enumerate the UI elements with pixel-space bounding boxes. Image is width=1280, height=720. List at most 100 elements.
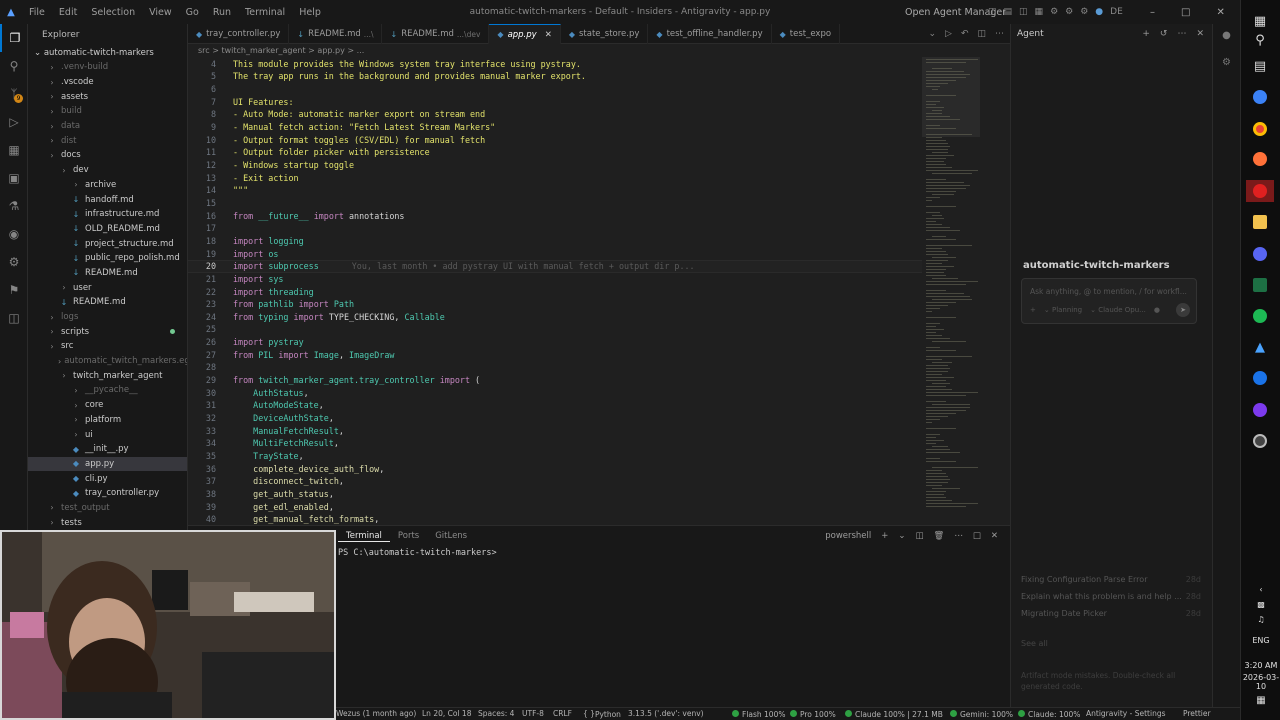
tree-folder[interactable]: › __pycache__: [28, 383, 187, 398]
code-line[interactable]: 22 import threading: [188, 285, 922, 298]
copilot-icon[interactable]: [1249, 86, 1271, 108]
model-selector[interactable]: ⌄ Claude Opu...: [1090, 306, 1146, 314]
editor-tab[interactable]: ◆ app.py ✕: [489, 24, 561, 44]
testing-icon[interactable]: ⚗: [0, 192, 28, 220]
tree-folder[interactable]: › .venv-build: [28, 60, 187, 75]
minimize-icon[interactable]: –: [1150, 7, 1155, 18]
code-line[interactable]: 24 from typing import TYPE_CHECKING, Call…: [188, 311, 922, 324]
code-line[interactable]: 9 - Manual fetch action: "Fetch Latest St…: [188, 121, 922, 134]
menu-item-selection[interactable]: Selection: [84, 7, 142, 18]
split-editor-icon[interactable]: ◫: [977, 29, 986, 39]
tree-folder[interactable]: › dist: [28, 133, 187, 148]
panel-tab-gitlens[interactable]: GitLens: [427, 531, 475, 542]
chrome-icon[interactable]: [1249, 118, 1271, 140]
chevron-down-icon[interactable]: ⌄: [928, 29, 936, 39]
code-line[interactable]: 21 import sys: [188, 273, 922, 286]
volume-icon[interactable]: ♫: [1241, 615, 1280, 624]
antigravity-icon[interactable]: ▲: [1249, 336, 1271, 358]
discord-icon[interactable]: [1249, 243, 1271, 265]
extensions-icon[interactable]: ▦: [0, 136, 28, 164]
code-line[interactable]: 6: [188, 83, 922, 96]
tree-folder[interactable]: › ui: [28, 427, 187, 442]
tree-file[interactable]: ◆ tray_controller.py: [28, 486, 187, 501]
tree-file[interactable]: ↓ handoff.md: [28, 192, 187, 207]
code-line[interactable]: 29 from twitch_marker_agent.tray_controll…: [188, 374, 922, 387]
minimap[interactable]: [922, 57, 1010, 525]
menu-item-edit[interactable]: Edit: [52, 7, 84, 18]
code-line[interactable]: 4 This module provides the Windows system…: [188, 58, 922, 71]
status-interpreter[interactable]: 3.13.5 ('.dev': venv): [628, 709, 704, 718]
code-line[interactable]: 26 import pystray: [188, 336, 922, 349]
close-icon[interactable]: ✕: [1216, 7, 1224, 18]
tree-folder[interactable]: › twitch_marker_agent: [28, 368, 187, 383]
code-line[interactable]: 10 - Output format toggles (CSV/EDL) for …: [188, 133, 922, 146]
clock-date[interactable]: 2026-03-10: [1241, 673, 1280, 691]
firefox-icon[interactable]: [1249, 148, 1271, 170]
tree-folder[interactable]: › assets: [28, 89, 187, 104]
obsidian-icon[interactable]: [1249, 399, 1271, 421]
code-line[interactable]: 25: [188, 323, 922, 336]
status-flash-quota[interactable]: Flash 100%: [732, 709, 785, 719]
code-line[interactable]: 39 get_edl_enabled,: [188, 500, 922, 513]
go-back-icon[interactable]: ↶: [961, 29, 969, 39]
gitlens-icon[interactable]: ◉: [0, 220, 28, 248]
obs-icon[interactable]: [1249, 430, 1271, 452]
code-line[interactable]: 12 - Windows startup toggle: [188, 159, 922, 172]
toggle-secondary-sidebar-icon[interactable]: ◫: [1019, 7, 1028, 17]
status-blame[interactable]: Wezus (1 month ago): [336, 709, 416, 718]
tree-folder[interactable]: › user: [28, 280, 187, 295]
close-panel-icon[interactable]: ✕: [991, 531, 998, 541]
code-editor[interactable]: 4 This module provides the Windows system…: [188, 57, 922, 525]
code-line[interactable]: 32 DeviceAuthState,: [188, 412, 922, 425]
code-line[interactable]: 17: [188, 222, 922, 235]
new-terminal-icon[interactable]: +: [881, 531, 888, 541]
close-icon[interactable]: ✕: [1196, 29, 1204, 39]
tree-file[interactable]: ◆ app.py: [28, 456, 187, 472]
code-line[interactable]: 23 from pathlib import Path: [188, 298, 922, 311]
split-terminal-icon[interactable]: ◫: [916, 531, 924, 541]
settings-gear-icon[interactable]: ⚙: [1065, 7, 1073, 17]
explorer-icon[interactable]: ❐: [0, 24, 28, 52]
status-pro-quota[interactable]: Pro 100%: [790, 709, 836, 719]
terminal-icon[interactable]: ◫: [0, 304, 28, 332]
code-line[interactable]: 35 TrayState,: [188, 450, 922, 463]
source-control-icon[interactable]: ᛉ9: [0, 80, 28, 108]
tree-folder[interactable]: › data: [28, 119, 187, 134]
more-actions-icon[interactable]: ⋯: [954, 531, 963, 541]
add-context-icon[interactable]: +: [1030, 306, 1036, 314]
tree-file[interactable]: ↓ OLD_README.md: [28, 222, 187, 237]
menu-item-view[interactable]: View: [142, 7, 179, 18]
editor-tab[interactable]: ◆ test_expo: [772, 24, 841, 44]
more-actions-icon[interactable]: ⋯: [995, 29, 1004, 39]
tree-file[interactable]: ◆ __init__.py: [28, 442, 187, 457]
tree-file[interactable]: ↓ README.md: [28, 295, 187, 310]
microphone-icon[interactable]: ●: [1154, 306, 1160, 314]
code-line[interactable]: 27 from PIL import Image, ImageDraw: [188, 348, 922, 361]
remote-explorer-icon[interactable]: ▣: [0, 164, 28, 192]
code-line[interactable]: 28: [188, 361, 922, 374]
status-claude-quota[interactable]: Claude 100% | 27.1 MB: [845, 709, 943, 719]
notifications-icon[interactable]: ▦: [1241, 695, 1280, 706]
maximize-icon[interactable]: □: [1181, 7, 1190, 18]
code-line[interactable]: 5 The tray app runs in the background and…: [188, 70, 922, 83]
code-line[interactable]: 19 import os: [188, 247, 922, 260]
run-debug-icon[interactable]: ▷: [0, 108, 28, 136]
tree-file[interactable]: ↓ public_repo_polish.md: [28, 251, 187, 266]
toggle-sidebar-icon[interactable]: ◫: [988, 7, 997, 17]
tree-folder[interactable]: › build: [28, 104, 187, 119]
agent-input-box[interactable]: Ask anything, @ to mention, / for workfl…: [1021, 278, 1197, 324]
menu-item-run[interactable]: Run: [206, 7, 238, 18]
code-line[interactable]: 34 MultiFetchResult,: [188, 437, 922, 450]
tree-folder[interactable]: › core: [28, 398, 187, 413]
code-line[interactable]: 15: [188, 197, 922, 210]
history-icon[interactable]: ↺: [1160, 29, 1168, 39]
status-settings[interactable]: Antigravity - Settings: [1086, 709, 1166, 718]
excel-icon[interactable]: [1249, 274, 1271, 296]
status-indentation[interactable]: Spaces: 4: [478, 709, 514, 718]
conversation-item[interactable]: Explain what this problem is and help ..…: [1021, 592, 1201, 601]
customize-layout-icon[interactable]: ▦: [1035, 7, 1044, 17]
code-line[interactable]: 8 - Auto Mode: automatic marker export on…: [188, 108, 922, 121]
input-language[interactable]: ENG: [1241, 636, 1280, 645]
conversation-item[interactable]: Migrating Date Picker 28d: [1021, 609, 1201, 618]
code-line[interactable]: 18 import logging: [188, 235, 922, 248]
